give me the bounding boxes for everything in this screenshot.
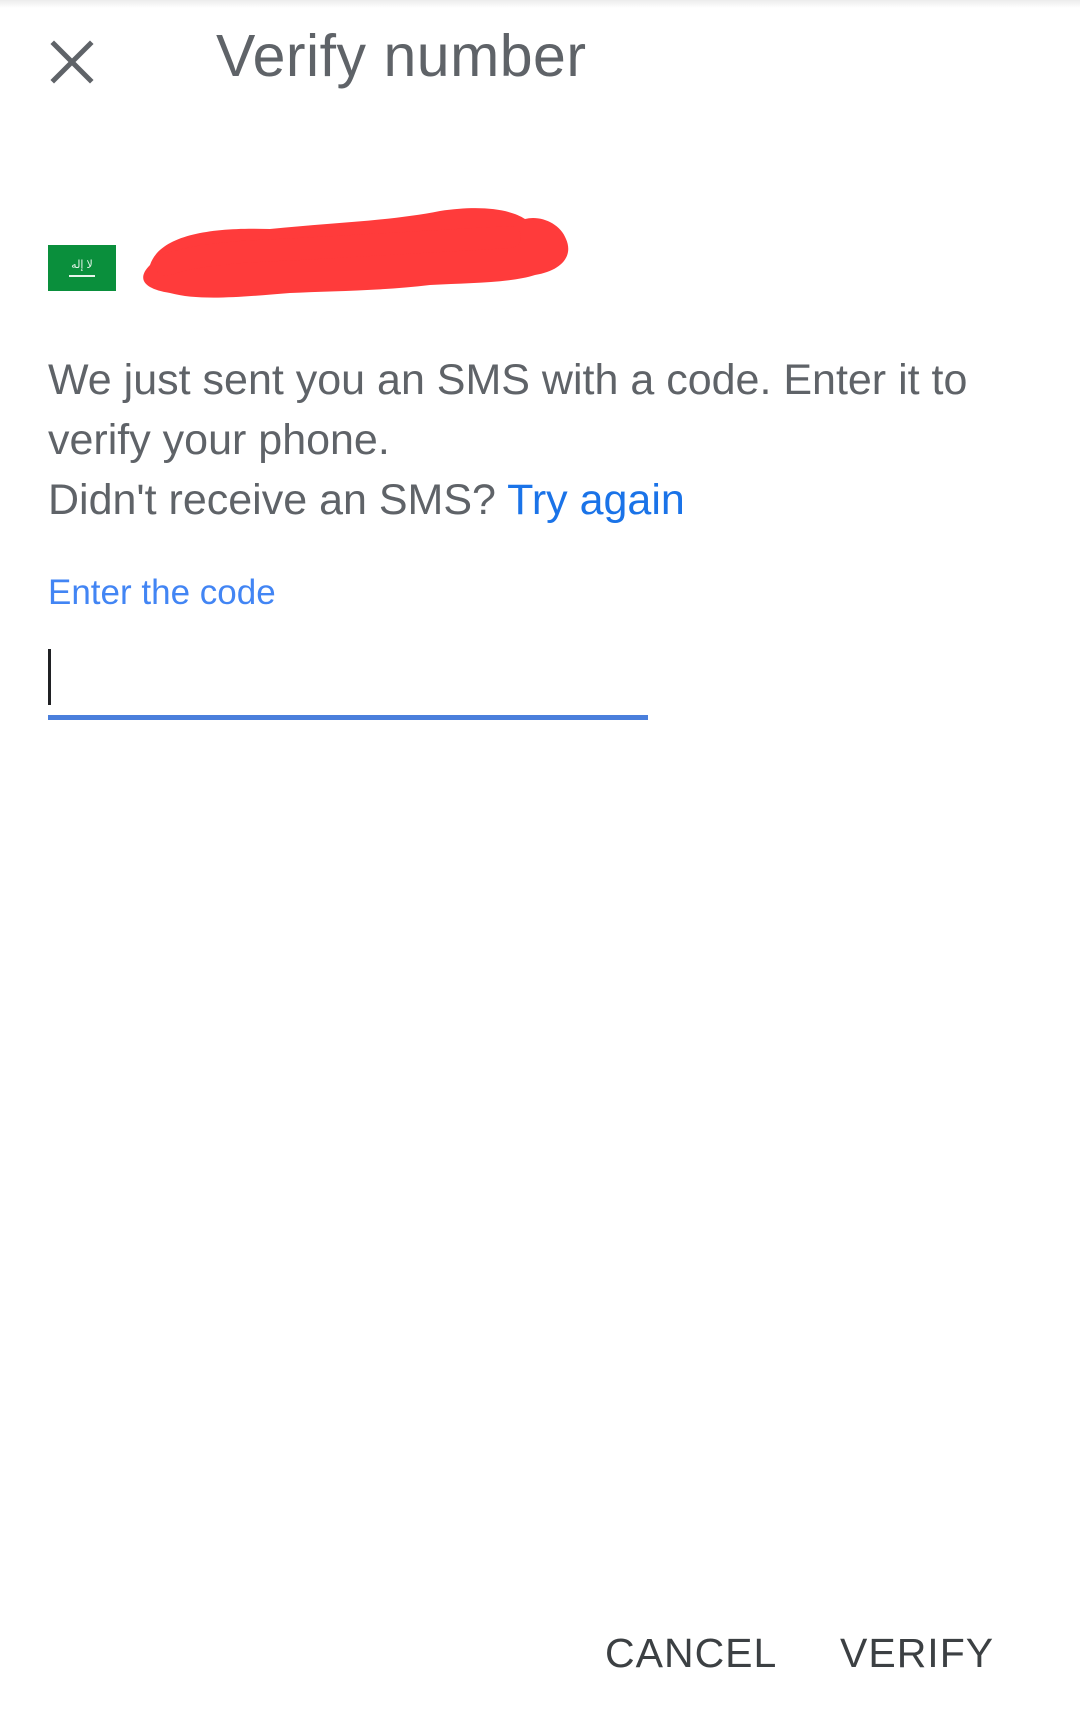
- sms-sent-text: We just sent you an SMS with a code. Ent…: [48, 356, 968, 464]
- verify-button[interactable]: VERIFY: [840, 1630, 994, 1677]
- code-field-label: Enter the code: [48, 573, 276, 612]
- code-field[interactable]: [48, 645, 648, 721]
- resend-prompt: Didn't receive an SMS?: [48, 476, 508, 524]
- cancel-button[interactable]: CANCEL: [605, 1630, 777, 1677]
- resend-line: Didn't receive an SMS? Try again: [48, 470, 1038, 530]
- close-button[interactable]: [36, 26, 108, 98]
- text-caret: [48, 649, 51, 705]
- close-icon: [50, 40, 94, 84]
- saudi-arabia-flag-icon: لا إله: [48, 245, 116, 291]
- sms-instructions: We just sent you an SMS with a code. Ent…: [48, 350, 1038, 530]
- try-again-link[interactable]: Try again: [507, 476, 685, 524]
- code-field-underline: [48, 715, 648, 720]
- page-title: Verify number: [216, 23, 587, 89]
- redaction-scribble: [143, 208, 569, 298]
- phone-number-row: لا إله: [48, 205, 569, 315]
- app-bar: Verify number: [0, 0, 1080, 130]
- code-input[interactable]: [48, 645, 648, 715]
